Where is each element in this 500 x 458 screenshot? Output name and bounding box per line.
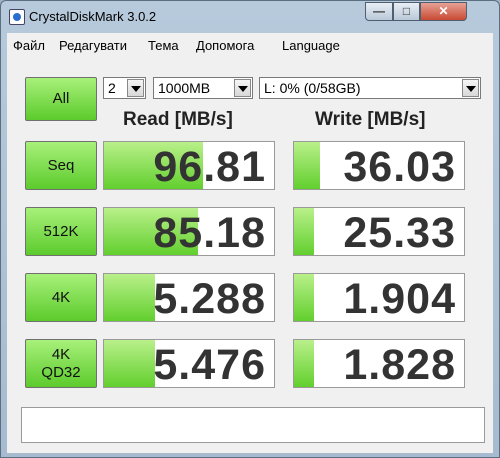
menu-theme[interactable]: Тема bbox=[148, 38, 179, 53]
app-window: CrystalDiskMark 3.0.2 — □ ✕ Файл Редагув… bbox=[0, 0, 500, 458]
chevron-down-icon bbox=[127, 79, 144, 97]
write-bar bbox=[294, 208, 315, 255]
title-bar[interactable]: CrystalDiskMark 3.0.2 — □ ✕ bbox=[1, 1, 499, 33]
4k-qd32-write-value: 1.828 bbox=[343, 341, 456, 388]
main-panel: All 2 1000MB L: 0% (0/58GB) Read [MB/s] … bbox=[7, 59, 493, 453]
menu-help[interactable]: Допомога bbox=[196, 38, 254, 53]
4k-write-result: 1.904 bbox=[293, 273, 465, 322]
menu-file[interactable]: Файл bbox=[13, 38, 45, 53]
seq-button[interactable]: Seq bbox=[25, 141, 97, 190]
4k-read-value: 5.288 bbox=[153, 275, 266, 322]
seq-read-value: 96.81 bbox=[153, 143, 266, 190]
test-size-value: 1000MB bbox=[158, 80, 211, 96]
read-bar bbox=[104, 340, 155, 387]
test-count-value: 2 bbox=[108, 80, 116, 96]
512k-write-value: 25.33 bbox=[343, 209, 456, 256]
app-icon bbox=[9, 9, 25, 25]
chevron-down-icon bbox=[234, 79, 251, 97]
4k-read-result: 5.288 bbox=[103, 273, 275, 322]
test-size-select[interactable]: 1000MB bbox=[153, 77, 253, 99]
4k-button[interactable]: 4K bbox=[25, 273, 97, 322]
4k-qd32-write-result: 1.828 bbox=[293, 339, 465, 388]
4k-qd32-read-result: 5.476 bbox=[103, 339, 275, 388]
chevron-down-icon bbox=[462, 79, 479, 97]
menu-edit[interactable]: Редагувати bbox=[59, 38, 127, 53]
read-bar bbox=[104, 274, 155, 321]
window-title: CrystalDiskMark 3.0.2 bbox=[29, 9, 157, 24]
seq-write-result: 36.03 bbox=[293, 141, 465, 190]
write-header: Write [MB/s] bbox=[315, 109, 426, 130]
drive-select[interactable]: L: 0% (0/58GB) bbox=[259, 77, 481, 99]
close-button[interactable]: ✕ bbox=[420, 2, 467, 21]
4k-qd32-button[interactable]: 4K QD32 bbox=[25, 339, 97, 388]
write-bar bbox=[294, 340, 315, 387]
512k-read-result: 85.18 bbox=[103, 207, 275, 256]
menu-language[interactable]: Language bbox=[282, 38, 340, 53]
read-header: Read [MB/s] bbox=[123, 109, 233, 130]
drive-value: L: 0% (0/58GB) bbox=[264, 80, 361, 96]
512k-read-value: 85.18 bbox=[153, 209, 266, 256]
4k-qd32-read-value: 5.476 bbox=[153, 341, 266, 388]
all-button[interactable]: All bbox=[25, 77, 97, 121]
test-count-select[interactable]: 2 bbox=[103, 77, 146, 99]
512k-write-result: 25.33 bbox=[293, 207, 465, 256]
minimize-button[interactable]: — bbox=[365, 2, 393, 21]
maximize-button[interactable]: □ bbox=[393, 2, 420, 21]
seq-read-result: 96.81 bbox=[103, 141, 275, 190]
seq-write-value: 36.03 bbox=[343, 143, 456, 190]
write-bar bbox=[294, 274, 315, 321]
status-box bbox=[21, 407, 485, 443]
4k-write-value: 1.904 bbox=[343, 275, 456, 322]
write-bar bbox=[294, 142, 320, 189]
512k-button[interactable]: 512K bbox=[25, 207, 97, 256]
menu-bar: Файл Редагувати Тема Допомога Language bbox=[7, 33, 493, 59]
